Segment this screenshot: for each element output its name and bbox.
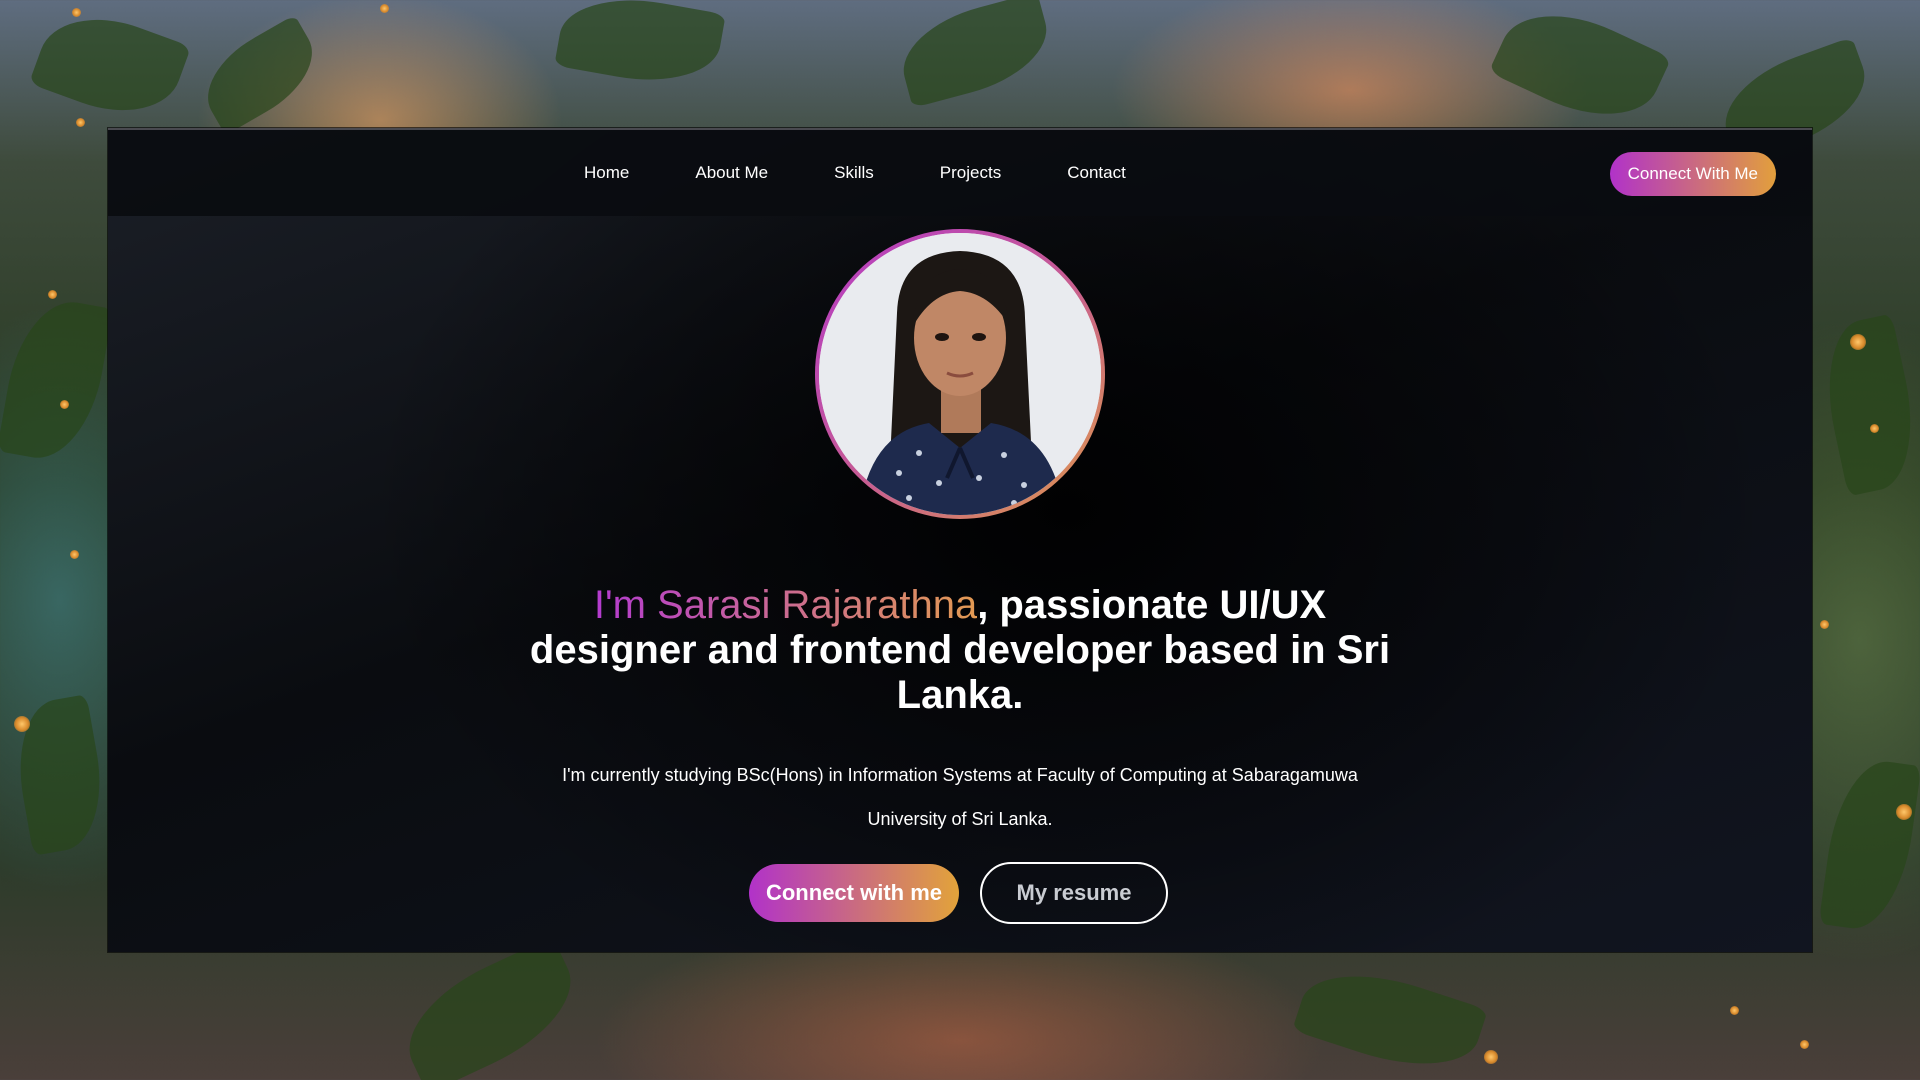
profile-photo xyxy=(819,233,1101,515)
portfolio-window: Home About Me Skills Projects Contact Co… xyxy=(108,128,1812,952)
firefly-dot xyxy=(72,8,81,17)
firefly-dot xyxy=(1820,620,1829,629)
leaf-shape xyxy=(1818,755,1920,935)
firefly-dot xyxy=(1850,334,1866,350)
firefly-dot xyxy=(1896,804,1912,820)
firefly-dot xyxy=(60,400,69,409)
leaf-shape xyxy=(554,0,726,94)
my-resume-button[interactable]: My resume xyxy=(980,862,1168,924)
hero-subtext: I'm currently studying BSc(Hons) in Info… xyxy=(562,765,1358,829)
navbar: Home About Me Skills Projects Contact Co… xyxy=(108,130,1812,216)
nav-projects[interactable]: Projects xyxy=(940,163,1001,183)
firefly-dot xyxy=(1800,1040,1809,1049)
leaf-shape xyxy=(389,936,591,1080)
profile-photo-illustration xyxy=(819,233,1101,515)
leaf-shape xyxy=(28,0,192,132)
leaf-shape xyxy=(190,14,330,136)
connect-with-me-nav-button[interactable]: Connect With Me xyxy=(1609,152,1776,196)
firefly-dot xyxy=(1870,424,1879,433)
firefly-dot xyxy=(14,716,30,732)
nav-about-me[interactable]: About Me xyxy=(695,163,768,183)
leaf-shape xyxy=(0,293,114,467)
leaf-shape xyxy=(1488,0,1672,140)
hero-headline: I'm Sarasi Rajarathna, passionate UI/UX … xyxy=(510,583,1410,718)
nav-home[interactable]: Home xyxy=(584,163,629,183)
hero-name: I'm Sarasi Rajarathna xyxy=(593,582,978,627)
leaf-shape xyxy=(892,0,1058,109)
connect-with-me-button[interactable]: Connect with me xyxy=(749,864,959,922)
leaf-shape xyxy=(1292,954,1488,1080)
firefly-dot xyxy=(1730,1006,1739,1015)
firefly-dot xyxy=(1484,1050,1498,1064)
avatar-ring xyxy=(815,229,1105,519)
firefly-dot xyxy=(380,4,389,13)
firefly-dot xyxy=(76,118,85,127)
leaf-shape xyxy=(1813,313,1920,497)
firefly-dot xyxy=(70,550,79,559)
nav-contact[interactable]: Contact xyxy=(1067,163,1126,183)
nav-links: Home About Me Skills Projects Contact xyxy=(584,130,1126,216)
nav-skills[interactable]: Skills xyxy=(834,163,874,183)
firefly-dot xyxy=(48,290,57,299)
